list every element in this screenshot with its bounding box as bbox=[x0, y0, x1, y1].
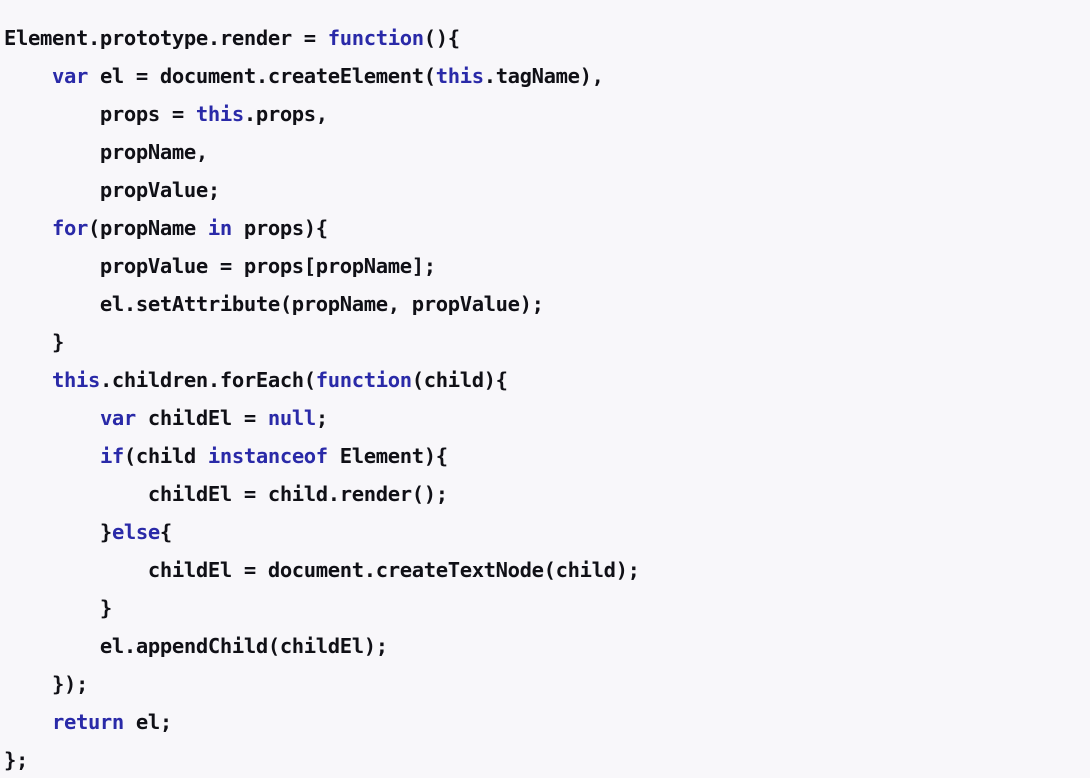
code-text: (){ bbox=[423, 26, 460, 50]
code-line: el.setAttribute(propName, propValue); bbox=[4, 285, 1086, 323]
code-text: el.setAttribute(propName, propValue); bbox=[4, 292, 544, 316]
code-text: childEl = child.render(); bbox=[4, 482, 448, 506]
code-text: ; bbox=[315, 406, 328, 430]
code-line: if(child instanceof Element){ bbox=[4, 437, 1086, 475]
code-line: }else{ bbox=[4, 513, 1086, 551]
code-text: (child bbox=[123, 444, 208, 468]
code-line: return el; bbox=[4, 703, 1086, 741]
code-line: childEl = child.render(); bbox=[4, 475, 1086, 513]
code-line: this.children.forEach(function(child){ bbox=[4, 361, 1086, 399]
code-text: Element.prototype.render = bbox=[4, 26, 328, 50]
code-keyword: function bbox=[327, 26, 424, 50]
code-line: } bbox=[4, 589, 1086, 627]
code-keyword: else bbox=[111, 520, 160, 544]
code-line: var childEl = null; bbox=[4, 399, 1086, 437]
code-text: } bbox=[4, 330, 64, 354]
code-text: } bbox=[4, 520, 112, 544]
code-text: } bbox=[4, 596, 112, 620]
code-keyword: function bbox=[315, 368, 412, 392]
code-text: el.appendChild(childEl); bbox=[4, 634, 388, 658]
code-line: props = this.props, bbox=[4, 95, 1086, 133]
code-keyword: for bbox=[51, 216, 88, 240]
code-keyword: if bbox=[99, 444, 124, 468]
code-keyword: var bbox=[99, 406, 136, 430]
code-text: }); bbox=[4, 672, 88, 696]
code-keyword: this bbox=[195, 102, 244, 126]
code-line: } bbox=[4, 323, 1086, 361]
code-text: { bbox=[159, 520, 172, 544]
code-line: propName, bbox=[4, 133, 1086, 171]
code-line: Element.prototype.render = function(){ bbox=[4, 19, 1086, 57]
code-keyword: return bbox=[51, 710, 124, 734]
code-keyword: this bbox=[435, 64, 484, 88]
code-text: (propName bbox=[87, 216, 208, 240]
code-text: }; bbox=[4, 748, 28, 772]
code-text: .props, bbox=[243, 102, 328, 126]
code-text: .children.forEach( bbox=[99, 368, 316, 392]
code-keyword: in bbox=[207, 216, 232, 240]
code-text: el; bbox=[123, 710, 172, 734]
code-line: propValue = props[propName]; bbox=[4, 247, 1086, 285]
code-line: el.appendChild(childEl); bbox=[4, 627, 1086, 665]
code-text: propValue = props[propName]; bbox=[4, 254, 436, 278]
code-text: propName, bbox=[4, 140, 208, 164]
code-keyword: this bbox=[51, 368, 100, 392]
code-text: props = bbox=[4, 102, 196, 126]
code-text: childEl = bbox=[135, 406, 268, 430]
code-text: (child){ bbox=[411, 368, 508, 392]
code-line: childEl = document.createTextNode(child)… bbox=[4, 551, 1086, 589]
code-keyword: null bbox=[267, 406, 316, 430]
code-text: propValue; bbox=[4, 178, 220, 202]
code-block[interactable]: Element.prototype.render = function(){ v… bbox=[4, 19, 1086, 778]
code-line: }); bbox=[4, 665, 1086, 703]
code-text: .tagName), bbox=[483, 64, 604, 88]
code-line: propValue; bbox=[4, 171, 1086, 209]
code-text: Element){ bbox=[327, 444, 448, 468]
code-keyword: instanceof bbox=[207, 444, 328, 468]
code-line: }; bbox=[4, 741, 1086, 778]
code-text: el = document.createElement( bbox=[87, 64, 436, 88]
code-text: childEl = document.createTextNode(child)… bbox=[4, 558, 640, 582]
code-keyword: var bbox=[51, 64, 88, 88]
code-text: props){ bbox=[231, 216, 328, 240]
code-screenshot: Element.prototype.render = function(){ v… bbox=[0, 0, 1090, 778]
code-line: var el = document.createElement(this.tag… bbox=[4, 57, 1086, 95]
code-line: for(propName in props){ bbox=[4, 209, 1086, 247]
